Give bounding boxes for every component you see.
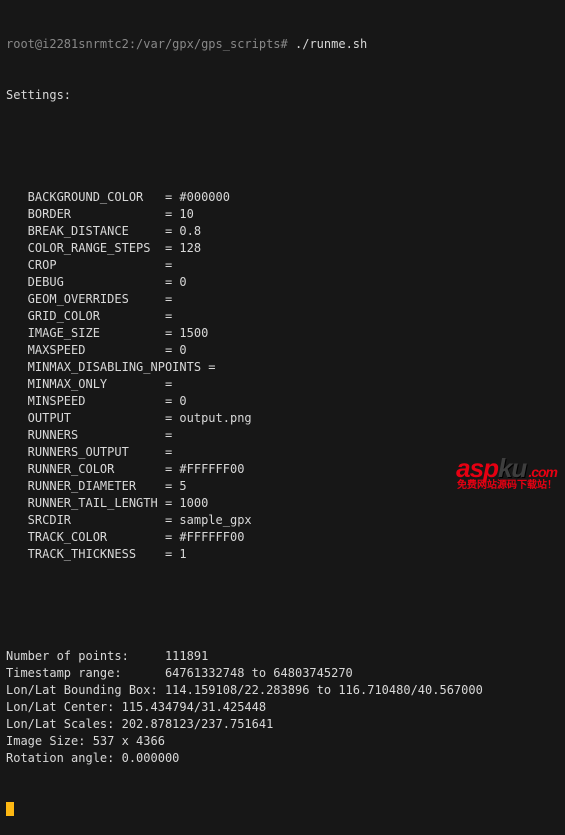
setting-row: MINMAX_DISABLING_NPOINTS = <box>6 359 559 376</box>
setting-row: RUNNER_DIAMETER = 5 <box>6 478 559 495</box>
setting-row: GEOM_OVERRIDES = <box>6 291 559 308</box>
info-row: Timestamp range: 64761332748 to 64803745… <box>6 665 559 682</box>
setting-row: DEBUG = 0 <box>6 274 559 291</box>
info-row: Image Size: 537 x 4366 <box>6 733 559 750</box>
info-row: Lon/Lat Center: 115.434794/31.425448 <box>6 699 559 716</box>
setting-row: IMAGE_SIZE = 1500 <box>6 325 559 342</box>
setting-row: MINMAX_ONLY = <box>6 376 559 393</box>
setting-row: MAXSPEED = 0 <box>6 342 559 359</box>
setting-row: BACKGROUND_COLOR = #000000 <box>6 189 559 206</box>
cursor <box>6 802 14 816</box>
setting-row: TRACK_THICKNESS = 1 <box>6 546 559 563</box>
setting-row: RUNNER_TAIL_LENGTH = 1000 <box>6 495 559 512</box>
setting-row: RUNNERS = <box>6 427 559 444</box>
setting-row: SRCDIR = sample_gpx <box>6 512 559 529</box>
info-row: Lon/Lat Bounding Box: 114.159108/22.2838… <box>6 682 559 699</box>
setting-row: RUNNER_COLOR = #FFFFFF00 <box>6 461 559 478</box>
setting-row: OUTPUT = output.png <box>6 410 559 427</box>
setting-row: COLOR_RANGE_STEPS = 128 <box>6 240 559 257</box>
setting-row: TRACK_COLOR = #FFFFFF00 <box>6 529 559 546</box>
setting-row: GRID_COLOR = <box>6 308 559 325</box>
info-row: Rotation angle: 0.000000 <box>6 750 559 767</box>
setting-row: RUNNERS_OUTPUT = <box>6 444 559 461</box>
shell-prompt: root@i2281snrmtc2:/var/gpx/gps_scripts# <box>6 37 288 51</box>
settings-header: Settings: <box>6 87 559 104</box>
info-row: Number of points: 111891 <box>6 648 559 665</box>
terminal-output: root@i2281snrmtc2:/var/gpx/gps_scripts# … <box>0 0 565 835</box>
setting-row: BREAK_DISTANCE = 0.8 <box>6 223 559 240</box>
setting-row: CROP = <box>6 257 559 274</box>
setting-row: MINSPEED = 0 <box>6 393 559 410</box>
setting-row: BORDER = 10 <box>6 206 559 223</box>
cursor-line[interactable] <box>6 801 559 818</box>
command: ./runme.sh <box>295 37 367 51</box>
info-row: Lon/Lat Scales: 202.878123/237.751641 <box>6 716 559 733</box>
